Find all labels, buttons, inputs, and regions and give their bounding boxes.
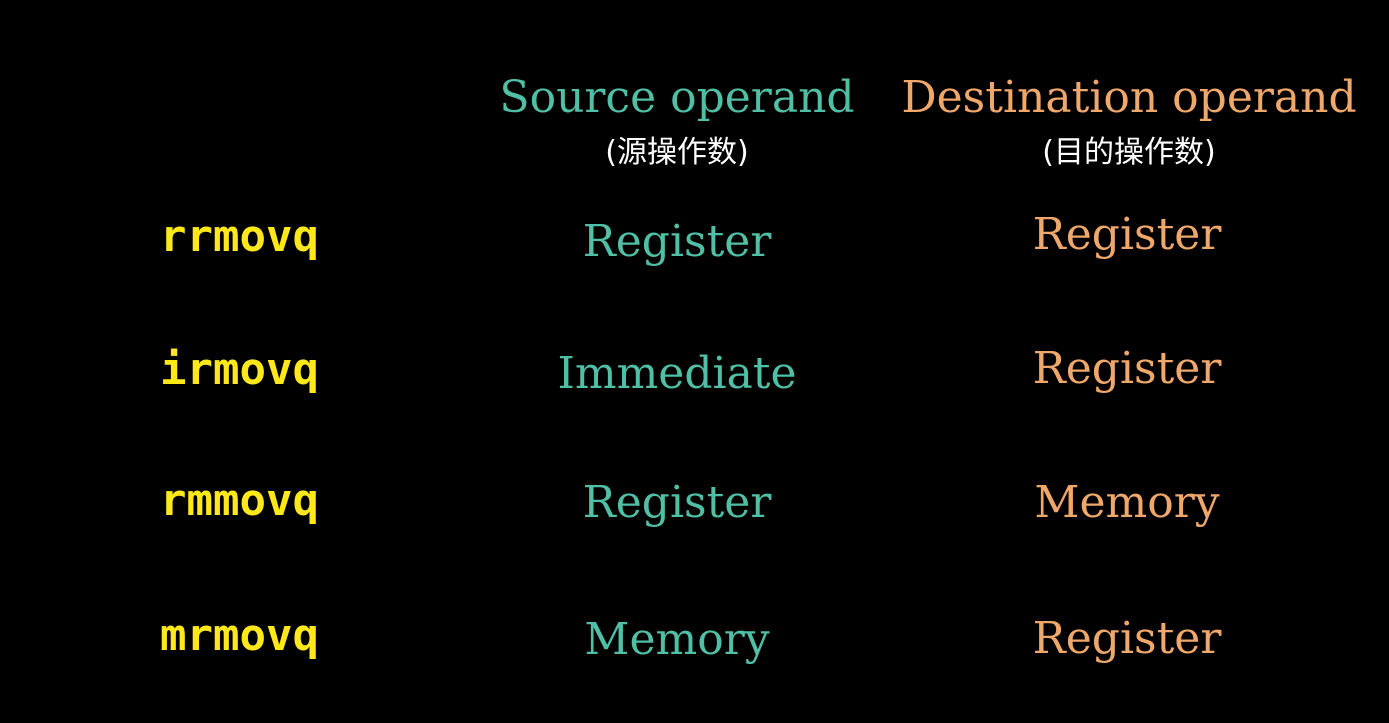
destination-operand-subtitle: (目的操作数): [1042, 135, 1216, 170]
source-operand-value: Register: [582, 216, 772, 267]
instruction-name: rrmovq: [160, 211, 319, 262]
source-operand-value: Register: [582, 477, 772, 528]
instruction-name: mrmovq: [160, 610, 319, 661]
destination-operand-title: Destination operand: [901, 72, 1357, 123]
source-operand-value: Immediate: [557, 348, 797, 399]
source-operand-title: Source operand: [499, 72, 855, 123]
destination-operand-value: Register: [1032, 613, 1222, 664]
source-operand-subtitle: (源操作数): [605, 135, 749, 170]
destination-operand-value: Register: [1032, 343, 1222, 394]
instruction-name: rmmovq: [160, 475, 319, 526]
instruction-name: irmovq: [160, 344, 319, 395]
destination-operand-value: Register: [1032, 209, 1222, 260]
destination-operand-value: Memory: [1034, 477, 1220, 528]
source-operand-value: Memory: [584, 614, 770, 665]
